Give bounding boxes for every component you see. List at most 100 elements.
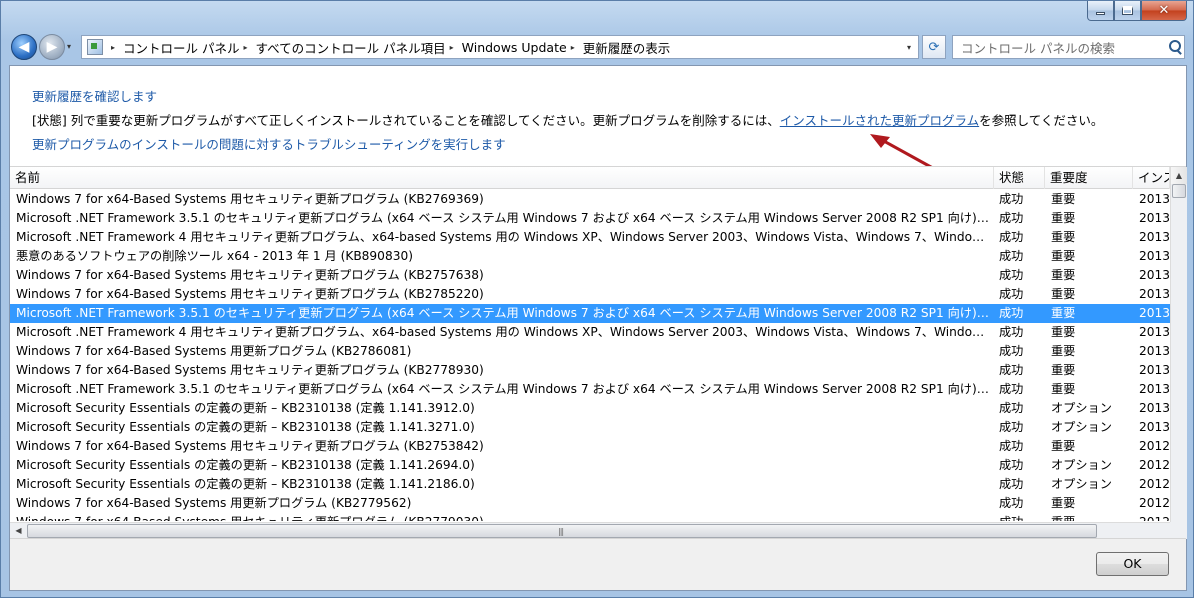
cell-installed-date: 2013/0 — [1139, 249, 1170, 263]
cell-name: Microsoft .NET Framework 4 用セキュリティ更新プログラ… — [16, 230, 990, 244]
table-row[interactable]: Windows 7 for x64-Based Systems 用セキュリティ更… — [10, 513, 1170, 521]
cell-importance: 重要 — [1051, 363, 1076, 377]
scroll-up-icon[interactable]: ▲ — [1171, 167, 1187, 184]
table-row[interactable]: Microsoft .NET Framework 4 用セキュリティ更新プログラ… — [10, 323, 1170, 342]
cell-importance: 重要 — [1051, 268, 1076, 282]
cell-installed-date: 2013/0 — [1139, 287, 1170, 301]
cell-name: Microsoft .NET Framework 3.5.1 のセキュリティ更新… — [16, 306, 990, 320]
table-row[interactable]: 悪意のあるソフトウェアの削除ツール x64 - 2013 年 1 月 (KB89… — [10, 247, 1170, 266]
cell-name: Microsoft Security Essentials の定義の更新 – K… — [16, 458, 475, 472]
close-icon: ✕ — [1158, 3, 1170, 18]
column-header-status[interactable]: 状態 — [994, 167, 1045, 189]
breadcrumb-update-history[interactable]: 更新履歴の表示 — [583, 38, 671, 57]
cell-installed-date: 2012/1 — [1139, 439, 1170, 453]
cell-installed-date: 2013/0 — [1139, 192, 1170, 206]
table-row[interactable]: Microsoft Security Essentials の定義の更新 – K… — [10, 418, 1170, 437]
cell-status: 成功 — [999, 363, 1024, 377]
table-row[interactable]: Windows 7 for x64-Based Systems 用セキュリティ更… — [10, 266, 1170, 285]
table-row[interactable]: Windows 7 for x64-Based Systems 用セキュリティ更… — [10, 437, 1170, 456]
cell-installed-date: 2012/1 — [1139, 496, 1170, 510]
column-header-installed-date[interactable]: インス — [1133, 167, 1170, 189]
table-row[interactable]: Microsoft Security Essentials の定義の更新 – K… — [10, 475, 1170, 494]
table-row[interactable]: Windows 7 for x64-Based Systems 用更新プログラム… — [10, 342, 1170, 361]
table-row[interactable]: Microsoft Security Essentials の定義の更新 – K… — [10, 399, 1170, 418]
cell-installed-date: 2013/0 — [1139, 211, 1170, 225]
cell-importance: 重要 — [1051, 496, 1076, 510]
troubleshoot-link[interactable]: 更新プログラムのインストールの問題に対するトラブルシューティングを実行します — [32, 134, 506, 153]
back-button[interactable]: ◀ — [11, 34, 37, 60]
search-icon[interactable] — [1166, 38, 1184, 56]
table-row[interactable]: Microsoft .NET Framework 3.5.1 のセキュリティ更新… — [10, 209, 1170, 228]
cell-name: Microsoft .NET Framework 4 用セキュリティ更新プログラ… — [16, 325, 990, 339]
cell-installed-date: 2013/0 — [1139, 363, 1170, 377]
cell-installed-date: 2013/0 — [1139, 382, 1170, 396]
maximize-button[interactable] — [1114, 1, 1141, 21]
navigation-bar: ◀ ▶ ▾ ▸ コントロール パネル ▸ すべてのコントロール パネル項目 ▸ … — [9, 32, 1185, 60]
horizontal-scrollbar[interactable]: ◀ ||| — [10, 522, 1170, 539]
cell-status: 成功 — [999, 249, 1024, 263]
cell-status: 成功 — [999, 401, 1024, 415]
column-header: 名前 状態 重要度 インス — [10, 167, 1170, 189]
cell-name: Microsoft .NET Framework 3.5.1 のセキュリティ更新… — [16, 382, 990, 396]
table-row[interactable]: Microsoft .NET Framework 3.5.1 のセキュリティ更新… — [10, 380, 1170, 399]
page-title-link[interactable]: 更新履歴を確認します — [32, 86, 157, 105]
vertical-scrollbar[interactable]: ▲ — [1170, 167, 1187, 522]
ok-button[interactable]: OK — [1096, 552, 1169, 576]
update-history-list[interactable]: 名前 状態 重要度 インス Windows 7 for x64-Based Sy… — [10, 166, 1187, 539]
cell-status: 成功 — [999, 287, 1024, 301]
refresh-button[interactable]: ⟳ — [922, 35, 946, 59]
cell-importance: 重要 — [1051, 306, 1076, 320]
cell-importance: 重要 — [1051, 211, 1076, 225]
cell-installed-date: 2013/0 — [1139, 401, 1170, 415]
description-suffix: を参照してください。 — [979, 113, 1104, 128]
scroll-left-icon[interactable]: ◀ — [10, 523, 27, 539]
cell-importance: 重要 — [1051, 249, 1076, 263]
vertical-scroll-thumb[interactable] — [1172, 184, 1186, 198]
recent-pages-dropdown-icon[interactable]: ▾ — [67, 42, 71, 51]
cell-status: 成功 — [999, 268, 1024, 282]
page-header: 更新履歴を確認します [状態] 列で重要な更新プログラムがすべて正しくインストー… — [10, 66, 1186, 174]
horizontal-scroll-thumb[interactable]: ||| — [27, 524, 1097, 538]
client-area: 更新履歴を確認します [状態] 列で重要な更新プログラムがすべて正しくインストー… — [9, 65, 1187, 591]
scrollbar-corner — [1170, 522, 1187, 539]
cell-status: 成功 — [999, 306, 1024, 320]
breadcrumb-windows-update[interactable]: Windows Update — [462, 40, 567, 55]
table-row[interactable]: Windows 7 for x64-Based Systems 用セキュリティ更… — [10, 190, 1170, 209]
breadcrumb-all-items[interactable]: すべてのコントロール パネル項目 — [256, 38, 446, 57]
chevron-right-icon[interactable]: ▸ — [244, 43, 248, 52]
cell-importance: オプション — [1051, 477, 1112, 491]
table-row[interactable]: Microsoft .NET Framework 4 用セキュリティ更新プログラ… — [10, 228, 1170, 247]
breadcrumb-control-panel[interactable]: コントロール パネル — [123, 38, 239, 57]
search-input[interactable]: コントロール パネルの検索 — [952, 35, 1185, 59]
minimize-button[interactable] — [1087, 1, 1114, 21]
cell-status: 成功 — [999, 496, 1024, 510]
chevron-right-icon[interactable]: ▸ — [450, 43, 454, 52]
cell-status: 成功 — [999, 382, 1024, 396]
cell-installed-date: 2012/1 — [1139, 513, 1170, 521]
installed-updates-link[interactable]: インストールされた更新プログラム — [780, 113, 979, 128]
table-row[interactable]: Microsoft Security Essentials の定義の更新 – K… — [10, 456, 1170, 475]
search-placeholder: コントロール パネルの検索 — [961, 40, 1115, 56]
chevron-right-icon[interactable]: ▸ — [571, 43, 575, 52]
cell-installed-date: 2012/1 — [1139, 477, 1170, 491]
minimize-icon — [1096, 12, 1105, 15]
column-header-name[interactable]: 名前 — [10, 167, 994, 189]
table-row[interactable]: Windows 7 for x64-Based Systems 用セキュリティ更… — [10, 285, 1170, 304]
forward-button[interactable]: ▶ — [39, 34, 65, 60]
back-arrow-icon: ◀ — [18, 39, 30, 55]
chevron-right-icon[interactable]: ▸ — [111, 43, 115, 52]
address-bar[interactable]: ▸ コントロール パネル ▸ すべてのコントロール パネル項目 ▸ Window… — [81, 35, 919, 59]
table-row[interactable]: Windows 7 for x64-Based Systems 用更新プログラム… — [10, 494, 1170, 513]
close-button[interactable]: ✕ — [1141, 1, 1187, 21]
cell-installed-date: 2013/0 — [1139, 325, 1170, 339]
cell-installed-date: 2012/1 — [1139, 458, 1170, 472]
cell-importance: オプション — [1051, 420, 1112, 434]
cell-importance: 重要 — [1051, 439, 1076, 453]
column-header-importance[interactable]: 重要度 — [1045, 167, 1133, 189]
address-dropdown-icon[interactable]: ▾ — [900, 43, 918, 52]
table-row[interactable]: Microsoft .NET Framework 3.5.1 のセキュリティ更新… — [10, 304, 1170, 323]
cell-name: Microsoft .NET Framework 3.5.1 のセキュリティ更新… — [16, 211, 990, 225]
cell-importance: 重要 — [1051, 192, 1076, 206]
table-row[interactable]: Windows 7 for x64-Based Systems 用セキュリティ更… — [10, 361, 1170, 380]
forward-arrow-icon: ▶ — [46, 39, 58, 55]
